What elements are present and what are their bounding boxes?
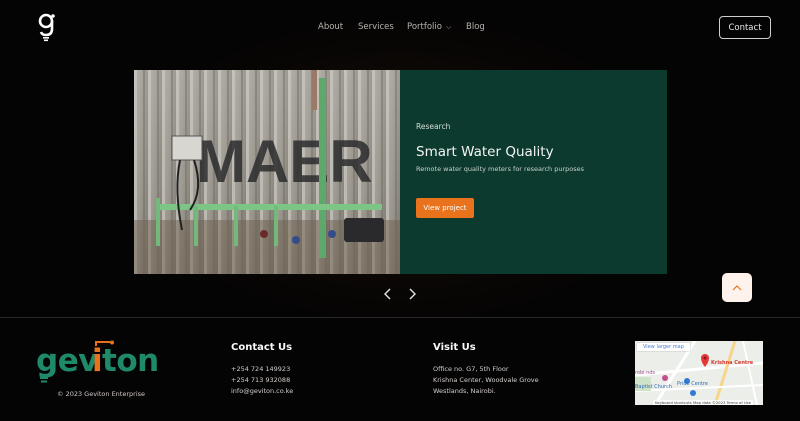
chevron-down-icon: ⌵	[445, 23, 452, 31]
phone-1[interactable]: +254 724 149923	[231, 365, 290, 373]
svg-text:ton: ton	[102, 343, 158, 379]
project-photo: MAER	[134, 70, 400, 274]
slide-info-panel: Research Smart Water Quality Remote wate…	[400, 70, 667, 274]
contact-heading: Contact Us	[231, 342, 293, 353]
visit-heading: Visit Us	[433, 342, 476, 353]
svg-text:gev: gev	[36, 343, 98, 379]
slide-category: Research	[416, 122, 451, 131]
map-attribution: Keyboard shortcuts Map data ©2023 Terms …	[653, 400, 753, 405]
portfolio-slide: MAER Research Smart Water Quality Remote…	[134, 70, 667, 274]
map-place-church: Baptist Church	[635, 384, 672, 390]
nav-portfolio[interactable]: Portfolio ⌵	[407, 22, 451, 32]
email-link[interactable]: info@geviton.co.ke	[231, 387, 293, 395]
map-pin-label: Krishna Centre	[711, 360, 754, 366]
address-line-2: Krishna Center, Woodvale Grove	[433, 376, 539, 384]
copyright-text: © 2023 Geviton Enterprise	[57, 390, 146, 398]
nav-about[interactable]: About	[318, 22, 343, 32]
address-line-1: Office no. G7, 5th Floor	[433, 365, 509, 373]
chevron-up-icon	[732, 284, 742, 290]
footer-divider	[0, 317, 800, 318]
contact-button[interactable]: Contact	[719, 16, 771, 39]
nav-portfolio-label: Portfolio	[407, 22, 442, 32]
nav-services[interactable]: Services	[358, 22, 394, 32]
nav-blog[interactable]: Blog	[466, 22, 485, 32]
chevron-left-icon[interactable]	[381, 286, 395, 302]
container-lettering: MAER	[196, 128, 373, 195]
geviton-brand-logo[interactable]: gev i ton	[36, 340, 159, 384]
view-larger-map-link[interactable]: View larger map	[637, 343, 690, 351]
address-line-3: Westlands, Nairobi.	[433, 387, 496, 395]
chevron-right-icon[interactable]	[405, 286, 419, 302]
view-project-button[interactable]: View project	[416, 198, 474, 218]
main-nav: About Services Portfolio ⌵ Blog	[0, 22, 800, 36]
map-place-gardens: robi nds	[635, 370, 656, 376]
scroll-to-top-button[interactable]	[722, 273, 752, 302]
map-place-pride: Pride Centre	[677, 381, 708, 387]
location-map[interactable]: View larger map Krishna Centre Pride Cen…	[635, 341, 763, 405]
slide-title: Smart Water Quality	[416, 144, 554, 160]
phone-2[interactable]: +254 713 932088	[231, 376, 290, 384]
slide-description: Remote water quality meters for research…	[416, 165, 585, 173]
